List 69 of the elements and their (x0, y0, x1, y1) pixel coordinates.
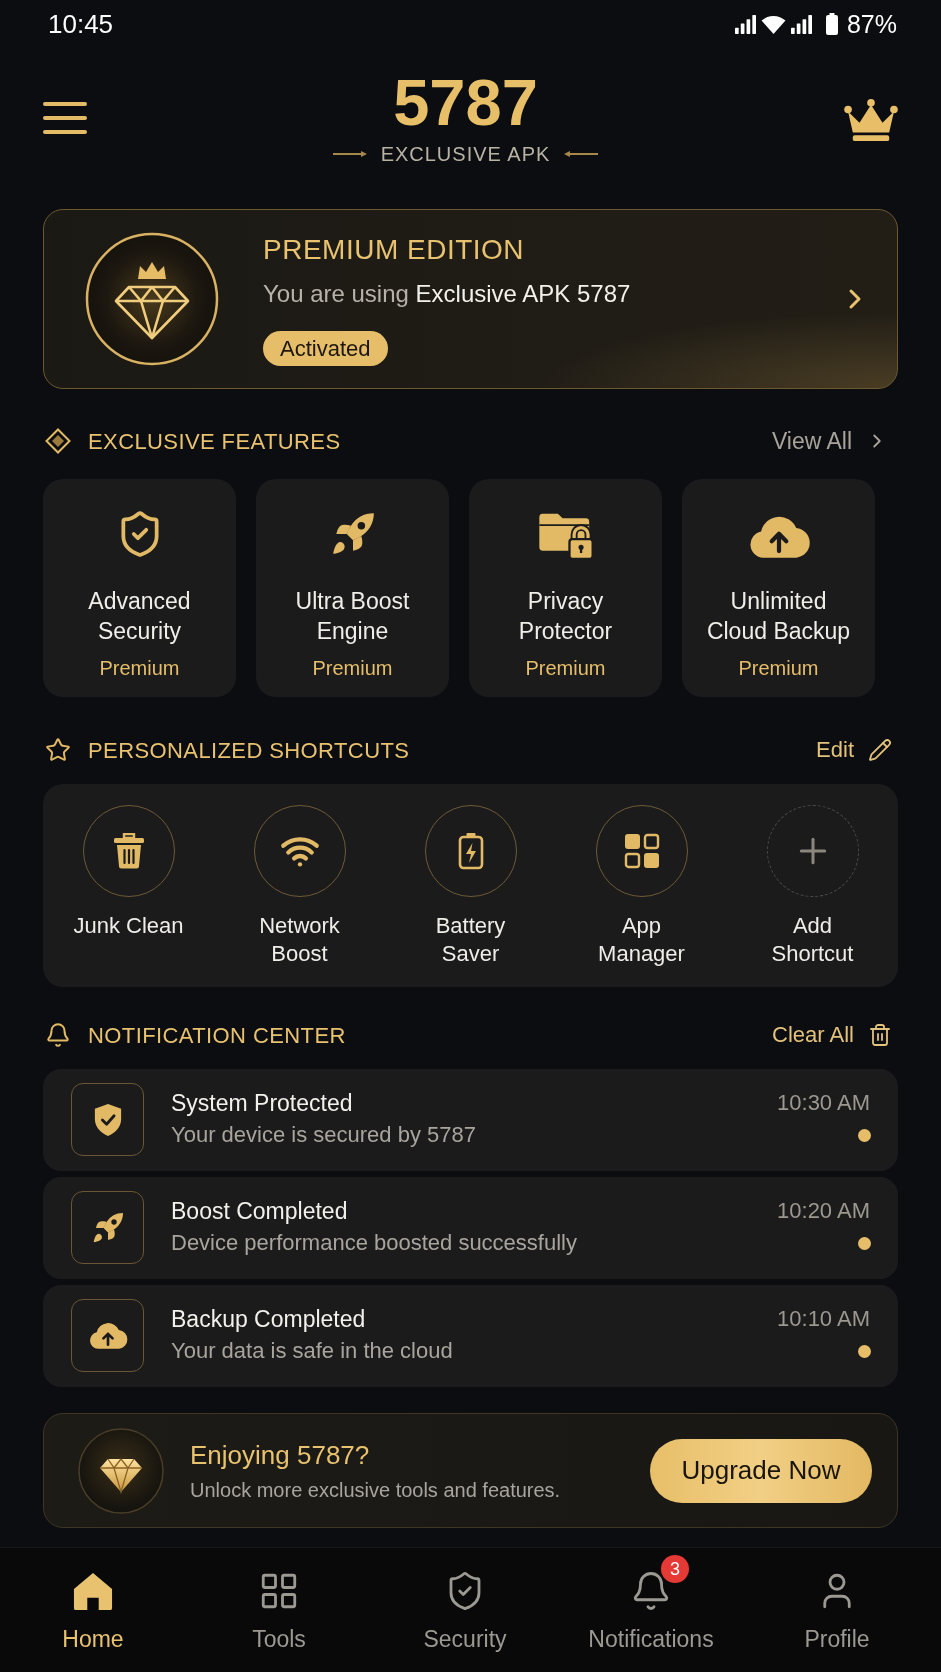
feature-name: Ultra Boost Engine (294, 587, 411, 646)
bell-icon (45, 1022, 71, 1048)
battery-percentage: 87% (846, 9, 897, 39)
feature-name: Advanced Security (87, 587, 192, 646)
premium-title: PREMIUM EDITION (263, 232, 525, 267)
notification-time: 10:30 AM (777, 1089, 870, 1117)
menu-icon[interactable] (43, 101, 87, 135)
feature-card[interactable]: Unlimited Cloud Backup Premium (682, 479, 875, 697)
nav-tab[interactable]: 3 Notifications (558, 1548, 744, 1672)
notification-time: 10:20 AM (777, 1197, 870, 1225)
upgrade-now-button[interactable]: Upgrade Now (650, 1438, 872, 1503)
section-title: NOTIFICATION CENTER (88, 1021, 346, 1050)
clear-all-link[interactable]: Clear All (772, 1021, 892, 1049)
premium-label: Premium (312, 656, 393, 680)
shield-check-icon (71, 1083, 144, 1156)
feature-card[interactable]: Advanced Security Premium (43, 479, 236, 697)
status-badge: Activated (263, 330, 388, 366)
notification-title: Boost Completed (171, 1197, 349, 1225)
notification-message: Your data is safe in the cloud (171, 1337, 453, 1365)
app-subtitle: EXCLUSIVE APK (380, 142, 551, 166)
notification-message: Your device is secured by 5787 (171, 1121, 476, 1149)
notification-title: System Protected (171, 1089, 354, 1117)
wifi-icon (760, 14, 786, 34)
nav-tab[interactable]: Tools (186, 1548, 372, 1672)
rocket-icon (71, 1191, 144, 1264)
notification-row[interactable]: System Protected Your device is secured by 5787 10:30 AM (43, 1069, 898, 1171)
section-title: PERSONALIZED SHORTCUTS (88, 736, 410, 765)
premium-description: You are using Exclusive APK 5787 (263, 280, 631, 307)
feature-name: Unlimited Cloud Backup (705, 587, 852, 646)
shortcut-button[interactable]: Junk Clean (43, 805, 214, 987)
nav-tab[interactable]: Security (372, 1548, 558, 1672)
premium-card[interactable]: PREMIUM EDITION You are using Exclusive APK 5787 Activated (43, 209, 898, 389)
notification-message: Device performance boosted successfully (171, 1229, 577, 1257)
notification-row[interactable]: Backup Completed Your data is safe in the cloud 10:10 AM (43, 1285, 898, 1387)
shortcut-button[interactable]: Network Boost (214, 805, 385, 987)
notification-row[interactable]: Boost Completed Device performance boosted successfully 10:20 AM (43, 1177, 898, 1279)
status-time: 10:45 (48, 9, 114, 39)
battery-icon (825, 13, 838, 35)
view-all-link[interactable]: View All (771, 427, 888, 455)
feature-card[interactable]: Privacy Protector Premium (469, 479, 662, 697)
edit-link[interactable]: Edit (816, 736, 892, 764)
star-icon (45, 737, 71, 763)
signal-icon (734, 14, 756, 34)
premium-label: Premium (99, 656, 180, 680)
feature-name: Privacy Protector (517, 587, 614, 646)
gem-emblem-icon (85, 232, 219, 366)
premium-label: Premium (525, 656, 606, 680)
notification-title: Backup Completed (171, 1305, 367, 1333)
notification-time: 10:10 AM (777, 1305, 870, 1333)
gem-icon (78, 1427, 164, 1514)
app-title: 5787 (393, 68, 538, 138)
diamond-icon (45, 428, 71, 454)
cloud-upload-icon (71, 1299, 144, 1372)
signal-icon (790, 14, 812, 34)
shortcut-button[interactable]: Battery Saver (385, 805, 556, 987)
house-icon (72, 1571, 114, 1611)
premium-label: Premium (738, 656, 819, 680)
notification-count-badge: 3 (661, 1555, 689, 1583)
trash-icon (868, 1023, 892, 1047)
promo-title: Enjoying 5787? (190, 1438, 371, 1471)
feature-card[interactable]: Ultra Boost Engine Premium (256, 479, 449, 697)
section-title: EXCLUSIVE FEATURES (88, 427, 341, 456)
pencil-icon (868, 738, 892, 762)
shortcut-button[interactable]: Add Shortcut (727, 805, 898, 987)
nav-tab[interactable]: Home (0, 1548, 186, 1672)
shortcut-button[interactable]: App Manager (556, 805, 727, 987)
nav-tab[interactable]: Profile (744, 1548, 930, 1672)
promo-text: Unlock more exclusive tools and features. (190, 1477, 561, 1503)
crown-icon[interactable] (844, 98, 898, 142)
